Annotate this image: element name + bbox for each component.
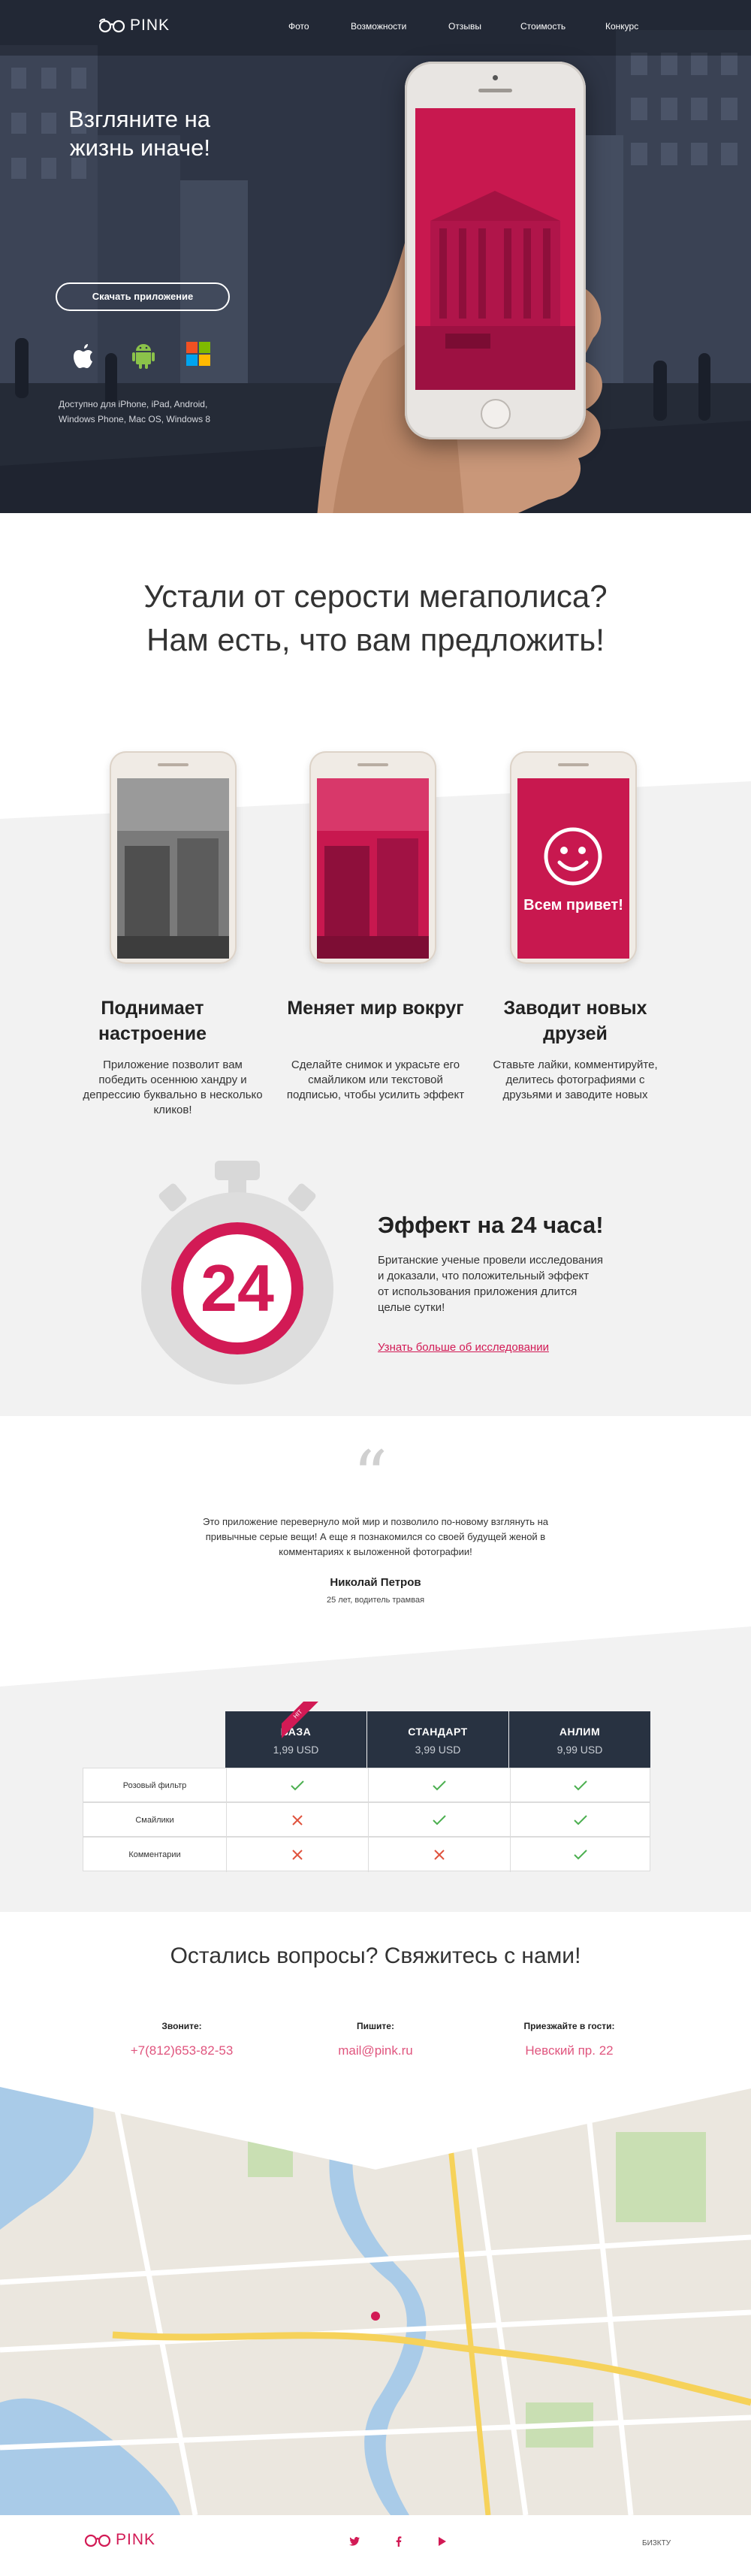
nav-item-reviews[interactable]: Отзывы — [448, 21, 481, 32]
cross-icon — [368, 1838, 510, 1872]
windows-icon — [186, 342, 210, 370]
logo[interactable]: PINK — [98, 17, 170, 35]
pricing-row: Розовый фильтр — [83, 1768, 650, 1803]
intro-title: Устали от серости мегаполиса? Нам есть, … — [143, 578, 608, 657]
phone-speaker — [357, 763, 388, 766]
phone-home-button — [481, 399, 511, 429]
testimonial-text: Это приложение перевернуло мой мир и поз… — [202, 1516, 549, 1557]
footer-logo-text: PINK — [116, 2531, 156, 2548]
testimonial-author: Николай Петров — [330, 1576, 421, 1589]
plan-price: 3,99 USD — [415, 1744, 461, 1756]
hit-ribbon: HIT — [282, 1702, 319, 1739]
quote-icon: “ — [353, 1436, 388, 1515]
nav-item-photo[interactable]: Фото — [288, 21, 309, 32]
smiley-screen: Всем привет! — [517, 778, 629, 959]
testimonial-role: 25 лет, водитель трамвая — [326, 1596, 425, 1605]
youtube-icon[interactable] — [439, 2536, 446, 2550]
feature-phone-3: Всем привет! — [510, 751, 637, 964]
logo-glasses-icon — [98, 18, 125, 33]
os-icons — [72, 342, 222, 379]
phone-greeting: Всем привет! — [523, 897, 623, 914]
plan-header-unlimited: АНЛИМ 9,99 USD — [509, 1711, 650, 1768]
pricing-row: Смайлики — [83, 1802, 650, 1838]
hero-title: Взгляните на жизнь иначе! — [68, 106, 210, 161]
pricing-row-label: Смайлики — [135, 1816, 174, 1825]
phone-camera — [493, 75, 498, 80]
feature-title-3: Заводит новых друзей — [503, 998, 647, 1044]
availability-text: Доступно для iPhone, iPad, Android, Wind… — [59, 399, 211, 424]
feature-phone-1 — [110, 751, 237, 964]
check-icon — [510, 1768, 650, 1803]
nav-item-contest[interactable]: Конкурс — [605, 21, 638, 32]
contact-address[interactable]: Невский пр. 22 — [479, 2043, 659, 2058]
smiley-icon — [544, 827, 602, 886]
logo-glasses-icon — [84, 2534, 111, 2547]
phone-speaker — [558, 763, 589, 766]
feature-text-1: Приложение позволит вам победить осеннюю… — [83, 1058, 263, 1116]
feature-phone-2 — [309, 751, 436, 964]
cross-icon — [226, 1838, 368, 1872]
hero-section: PINK Фото Возможности Отзывы Стоимость К… — [0, 0, 751, 513]
timer-value: 24 — [201, 1251, 274, 1325]
cross-icon — [226, 1803, 368, 1838]
contacts-title: Остались вопросы? Свяжитесь с нами! — [170, 1943, 581, 1968]
feature-title-2: Меняет мир вокруг — [287, 998, 464, 1019]
apple-icon — [72, 342, 98, 374]
contact-phone[interactable]: +7(812)653-82-53 — [92, 2043, 272, 2058]
download-app-button[interactable]: Скачать приложение — [56, 282, 230, 311]
facebook-icon[interactable] — [396, 2536, 402, 2550]
map-marker-icon — [371, 2312, 380, 2321]
feature-title-1: Поднимает настроение — [98, 998, 207, 1044]
pricing-row-label: Розовый фильтр — [122, 1781, 187, 1790]
contact-email[interactable]: mail@pink.ru — [285, 2043, 466, 2058]
android-icon — [132, 342, 155, 373]
stopwatch-graphic: 24 — [140, 1161, 335, 1386]
footer-brand[interactable]: БИЗКТУ — [642, 2539, 671, 2547]
ribbon-label: HIT — [282, 1702, 319, 1739]
contact-label-phone: Звоните: — [161, 2021, 202, 2031]
plan-price: 9,99 USD — [556, 1744, 603, 1756]
phone-speaker — [478, 89, 512, 92]
nav-item-price[interactable]: Стоимость — [520, 21, 566, 32]
library-building-photo — [415, 108, 575, 390]
contact-label-email: Пишите: — [357, 2021, 394, 2031]
pricing-row: Комментарии — [83, 1837, 650, 1872]
check-icon — [368, 1768, 510, 1803]
effect-text: Британские ученые провели исследования и… — [378, 1254, 603, 1314]
top-nav: PINK Фото Возможности Отзывы Стоимость К… — [0, 0, 751, 56]
hero-phone-screen — [415, 108, 575, 390]
check-icon — [368, 1803, 510, 1838]
footer-logo[interactable]: PINK — [84, 2531, 155, 2549]
nav-item-features[interactable]: Возможности — [351, 21, 406, 32]
plan-name: СТАНДАРТ — [408, 1726, 468, 1738]
plan-name: АНЛИМ — [559, 1726, 601, 1738]
phone-speaker — [158, 763, 189, 766]
twitter-icon[interactable] — [349, 2536, 360, 2550]
pink-photo-screen — [317, 778, 429, 959]
footer: PINK БИЗКТУ — [0, 2515, 751, 2576]
plan-price: 1,99 USD — [273, 1744, 319, 1756]
effect-title: Эффект на 24 часа! — [378, 1212, 604, 1238]
feature-text-3: Ставьте лайки, комментируйте, делитесь ф… — [493, 1058, 658, 1101]
check-icon — [510, 1803, 650, 1838]
plan-header-standard: СТАНДАРТ 3,99 USD — [367, 1711, 508, 1768]
bw-photo-screen — [117, 778, 229, 959]
location-map[interactable] — [0, 2087, 751, 2515]
hero-phone — [405, 62, 586, 439]
logo-text: PINK — [130, 17, 170, 34]
pricing-row-label: Комментарии — [128, 1850, 181, 1859]
check-icon — [226, 1768, 368, 1803]
contacts-section — [0, 1912, 751, 2087]
check-icon — [510, 1838, 650, 1872]
research-link[interactable]: Узнать больше об исследовании — [378, 1341, 549, 1354]
feature-text-2: Сделайте снимок и украсьте его смайликом… — [286, 1058, 465, 1101]
contact-label-address: Приезжайте в гости: — [523, 2021, 615, 2031]
landing-page: PINK Фото Возможности Отзывы Стоимость К… — [0, 0, 751, 2576]
